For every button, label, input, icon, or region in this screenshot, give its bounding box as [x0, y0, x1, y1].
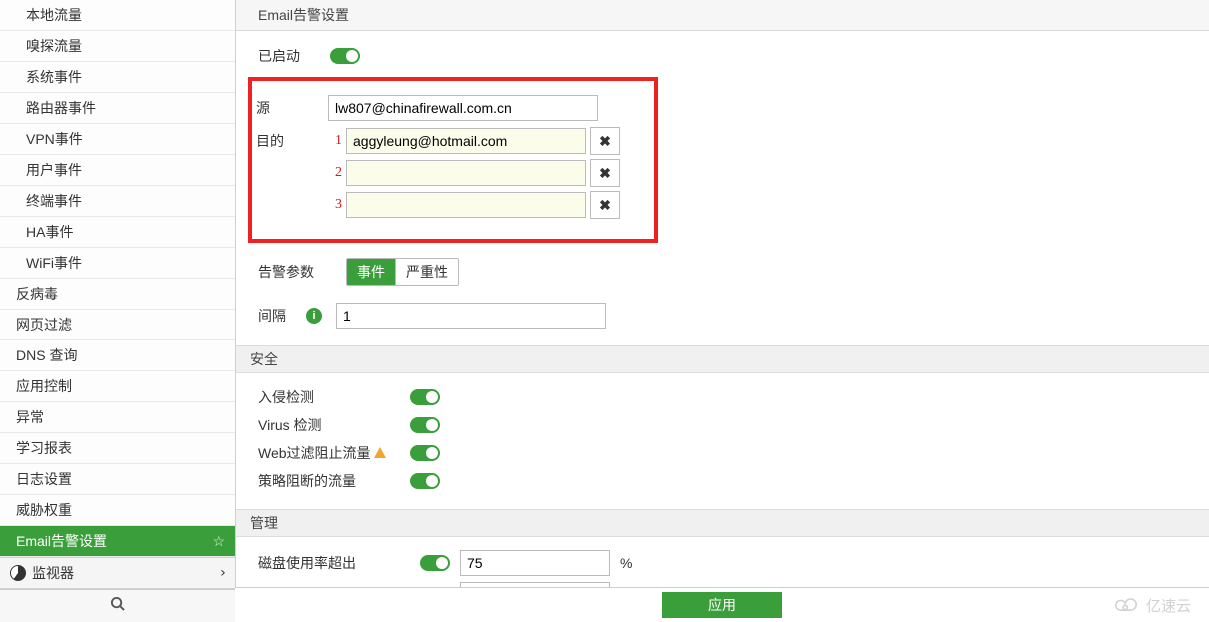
dest-remove-1[interactable]: ✖	[590, 127, 620, 155]
disk-usage-toggle[interactable]	[420, 555, 450, 571]
sidebar-item-log-settings[interactable]: 日志设置	[0, 464, 235, 495]
sidebar-item-threat-weight[interactable]: 威胁权重	[0, 495, 235, 526]
section-header-admin: 管理	[236, 509, 1209, 537]
source-label: 源	[256, 98, 328, 118]
seg-button-label: 事件	[357, 262, 385, 282]
security-item-label: 策略阻断的流量	[258, 471, 410, 491]
sidebar-item-ha-events[interactable]: HA事件	[0, 217, 235, 248]
sidebar-item-label: 日志设置	[16, 469, 72, 489]
sidebar-item-endpoint-events[interactable]: 终端事件	[0, 186, 235, 217]
sidebar-item-label: 路由器事件	[26, 98, 96, 118]
sidebar-item-label: WiFi事件	[26, 253, 82, 273]
interval-label: 间隔	[258, 306, 302, 326]
apply-button-label: 应用	[708, 597, 736, 613]
sidebar-item-vpn-events[interactable]: VPN事件	[0, 124, 235, 155]
dest-index-1: 1	[328, 133, 342, 149]
dest-input-2[interactable]	[346, 160, 586, 186]
sidebar-item-label: 嗅探流量	[26, 36, 82, 56]
sidebar-item-app-control[interactable]: 应用控制	[0, 371, 235, 402]
sidebar-item-label: 威胁权重	[16, 500, 72, 520]
footer: 应用	[235, 587, 1209, 622]
security-item-label: Web过滤阻止流量	[258, 443, 410, 463]
warning-icon	[374, 447, 386, 458]
sidebar-item-label: 应用控制	[16, 376, 72, 396]
sidebar-item-label: 本地流量	[26, 5, 82, 25]
chevron-right-icon: ›	[219, 565, 227, 581]
seg-button-label: 严重性	[406, 262, 448, 282]
dest-index-2: 2	[328, 165, 342, 181]
sidebar-item-label: 系统事件	[26, 67, 82, 87]
sidebar-item-local-traffic[interactable]: 本地流量	[0, 0, 235, 31]
sidebar-item-webfilter[interactable]: 网页过滤	[0, 310, 235, 341]
sidebar-item-label: VPN事件	[26, 129, 83, 149]
highlight-box: 源 目的 1 ✖ 2 ✖	[248, 77, 658, 243]
section-header-security: 安全	[236, 345, 1209, 373]
disk-usage-unit: %	[620, 555, 632, 571]
sidebar-item-learning-report[interactable]: 学习报表	[0, 433, 235, 464]
main-panel: Email告警设置 已启动 源 目的 1 ✖	[236, 0, 1209, 622]
dest-label: 目的	[256, 127, 328, 151]
policy-block-toggle[interactable]	[410, 473, 440, 489]
sidebar-item-label: 网页过滤	[16, 315, 72, 335]
sidebar-item-label: HA事件	[26, 222, 73, 242]
search-icon	[110, 596, 125, 616]
disk-usage-input[interactable]	[460, 550, 610, 576]
dest-input-1[interactable]	[346, 128, 586, 154]
webfilter-block-toggle[interactable]	[410, 445, 440, 461]
ips-toggle[interactable]	[410, 389, 440, 405]
dest-index-3: 3	[328, 197, 342, 213]
sidebar-item-label: 用户事件	[26, 160, 82, 180]
virus-toggle[interactable]	[410, 417, 440, 433]
sidebar-item-router-events[interactable]: 路由器事件	[0, 93, 235, 124]
seg-button-severity[interactable]: 严重性	[396, 259, 458, 285]
sidebar-item-label: 学习报表	[16, 438, 72, 458]
sidebar-item-anomaly[interactable]: 异常	[0, 402, 235, 433]
sidebar-item-email-alerts[interactable]: Email告警设置 ☆	[0, 526, 235, 557]
sidebar-item-sniffer-traffic[interactable]: 嗅探流量	[0, 31, 235, 62]
sidebar-group-label: 监视器	[32, 563, 74, 583]
info-icon[interactable]: i	[306, 308, 322, 324]
dest-remove-2[interactable]: ✖	[590, 159, 620, 187]
sidebar-item-antivirus[interactable]: 反病毒	[0, 279, 235, 310]
sidebar-item-dns-query[interactable]: DNS 查询	[0, 340, 235, 371]
sidebar-item-label: 异常	[16, 407, 44, 427]
dest-remove-3[interactable]: ✖	[590, 191, 620, 219]
sidebar-item-user-events[interactable]: 用户事件	[0, 155, 235, 186]
disk-usage-label: 磁盘使用率超出	[258, 553, 410, 573]
star-icon[interactable]: ☆	[212, 533, 225, 550]
sidebar: 本地流量 嗅探流量 系统事件 路由器事件 VPN事件 用户事件 终端事件 HA事…	[0, 0, 236, 622]
section-header-label: 管理	[250, 513, 278, 533]
content: 已启动 源 目的 1 ✖	[236, 31, 1209, 622]
sidebar-search[interactable]	[0, 589, 235, 622]
sidebar-item-wifi-events[interactable]: WiFi事件	[0, 248, 235, 279]
alarm-params-label: 告警参数	[258, 262, 330, 282]
enabled-label: 已启动	[258, 46, 330, 66]
dest-input-3[interactable]	[346, 192, 586, 218]
pie-chart-icon	[10, 565, 26, 581]
interval-input[interactable]	[336, 303, 606, 329]
source-input[interactable]	[328, 95, 598, 121]
seg-button-event[interactable]: 事件	[347, 259, 396, 285]
alarm-params-segmented: 事件 严重性	[346, 258, 459, 286]
enabled-toggle[interactable]	[330, 48, 360, 64]
sidebar-item-label: 反病毒	[16, 284, 58, 304]
page-title-text: Email告警设置	[258, 5, 349, 25]
sidebar-item-label: Email告警设置	[16, 531, 107, 551]
section-header-label: 安全	[250, 349, 278, 369]
page-title: Email告警设置	[236, 0, 1209, 31]
security-item-label: 入侵检测	[258, 387, 410, 407]
security-item-label: Virus 检测	[258, 415, 410, 435]
apply-button[interactable]: 应用	[662, 592, 782, 618]
sidebar-group-monitor[interactable]: 监视器 ›	[0, 557, 235, 589]
sidebar-item-label: DNS 查询	[16, 345, 77, 365]
sidebar-item-system-events[interactable]: 系统事件	[0, 62, 235, 93]
sidebar-item-label: 终端事件	[26, 191, 82, 211]
